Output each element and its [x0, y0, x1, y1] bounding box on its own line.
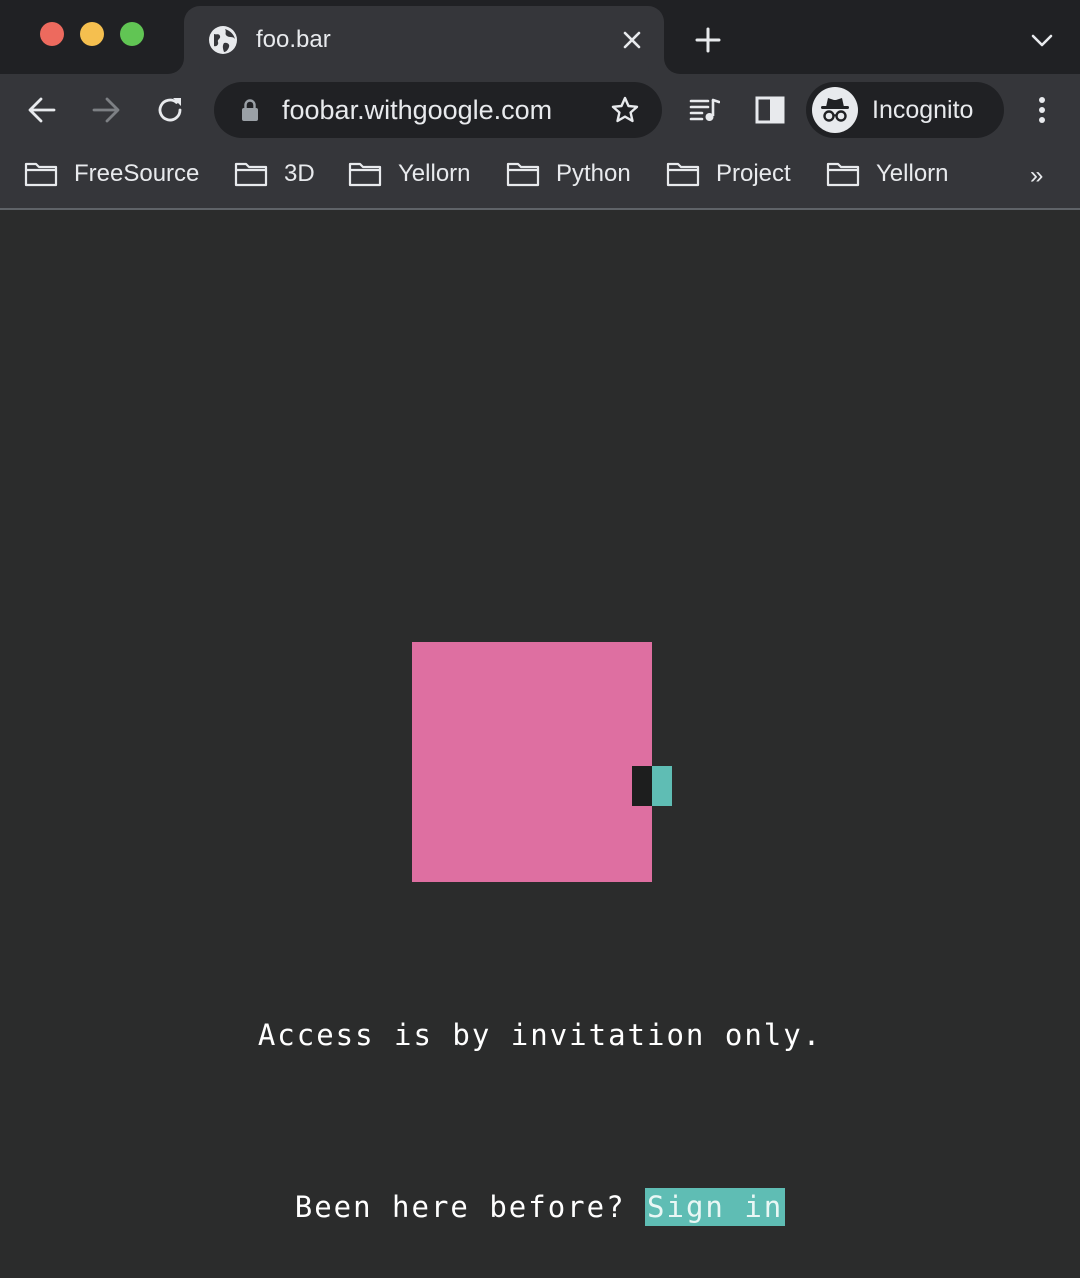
pink-square-logo [412, 642, 652, 882]
globe-icon [209, 26, 237, 54]
star-icon[interactable] [610, 95, 640, 125]
bookmark-folder-yellorn[interactable]: Yellorn [348, 158, 471, 190]
reload-icon[interactable] [154, 94, 186, 126]
window-close-button[interactable] [40, 22, 64, 46]
bookmark-folder-python[interactable]: Python [506, 158, 631, 190]
url-text[interactable]: foobar.withgoogle.com [282, 95, 552, 126]
folder-icon [348, 162, 382, 187]
bookmark-label: Python [556, 160, 631, 187]
media-control-icon[interactable] [688, 94, 720, 126]
signin-prompt: Been here before? [294, 1190, 626, 1224]
bookmark-folder-3d[interactable]: 3D [234, 158, 315, 190]
side-panel-icon[interactable] [754, 94, 786, 126]
forward-arrow-icon[interactable] [90, 94, 122, 126]
folder-icon [826, 162, 860, 187]
invitation-message: Access is by invitation only. [257, 1018, 823, 1052]
browser-toolbar: foobar.withgoogle.com Incognito [0, 74, 1080, 146]
bookmark-label: Yellorn [876, 160, 949, 187]
window-maximize-button[interactable] [120, 22, 144, 46]
bookmarks-bar: FreeSource 3D Yellorn Python Project Yel… [0, 146, 1080, 210]
folder-icon [24, 162, 58, 187]
cursor-block-dark [632, 766, 652, 806]
bookmark-label: Project [716, 160, 791, 187]
profile-button[interactable]: Incognito [806, 82, 1004, 138]
page-content: Access is by invitation only. Been here … [0, 212, 1080, 1278]
bookmark-folder-freesource[interactable]: FreeSource [24, 158, 199, 190]
window-minimize-button[interactable] [80, 22, 104, 46]
tab-strip: foo.bar [0, 0, 1080, 74]
sign-in-link[interactable]: Sign in [645, 1188, 786, 1226]
lock-icon[interactable] [240, 99, 260, 121]
bookmark-folder-yellorn-2[interactable]: Yellorn [826, 158, 949, 190]
active-tab[interactable]: foo.bar [184, 6, 664, 74]
folder-icon [234, 162, 268, 187]
back-arrow-icon[interactable] [26, 94, 58, 126]
bookmark-folder-project[interactable]: Project [666, 158, 791, 190]
close-icon[interactable] [620, 28, 644, 52]
folder-icon [506, 162, 540, 187]
tab-title: foo.bar [256, 26, 331, 53]
signin-prompt-line: Been here before? Sign in [0, 1188, 1080, 1226]
bookmarks-overflow-button[interactable]: » [1030, 162, 1043, 190]
address-bar[interactable]: foobar.withgoogle.com [214, 82, 662, 138]
chevron-down-icon[interactable] [1030, 30, 1054, 50]
profile-label: Incognito [872, 96, 974, 124]
bookmark-label: FreeSource [74, 160, 200, 187]
more-menu-icon[interactable] [1030, 94, 1054, 126]
cursor-block-teal [652, 766, 672, 806]
bookmark-label: Yellorn [398, 160, 471, 187]
incognito-icon [812, 87, 858, 133]
folder-icon [666, 162, 700, 187]
new-tab-button[interactable] [694, 26, 722, 54]
bookmark-label: 3D [284, 160, 315, 187]
